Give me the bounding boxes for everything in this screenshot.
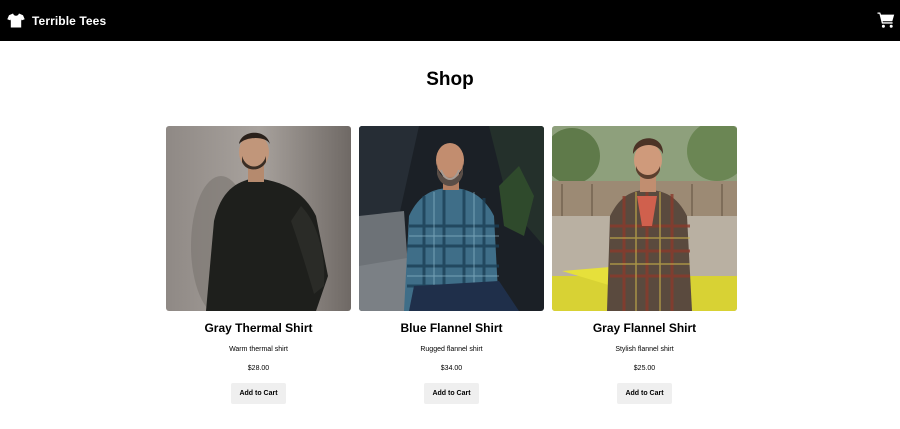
product-name[interactable]: Blue Flannel Shirt	[359, 321, 544, 336]
product-card: Blue Flannel Shirt Rugged flannel shirt …	[359, 126, 544, 404]
product-grid: Gray Thermal Shirt Warm thermal shirt $2…	[166, 126, 737, 404]
page-title: Shop	[426, 69, 474, 90]
product-card: Gray Flannel Shirt Stylish flannel shirt…	[552, 126, 737, 404]
product-description: Stylish flannel shirt	[615, 346, 674, 353]
navbar: Terrible Tees	[0, 0, 900, 41]
tshirt-icon	[7, 13, 25, 28]
shopping-cart-icon[interactable]	[877, 11, 895, 29]
brand-name: Terrible Tees	[32, 13, 107, 28]
product-card: Gray Thermal Shirt Warm thermal shirt $2…	[166, 126, 351, 404]
product-image[interactable]	[359, 126, 544, 311]
product-image[interactable]	[166, 126, 351, 311]
product-price: $25.00	[633, 365, 656, 372]
product-description: Rugged flannel shirt	[420, 346, 483, 353]
brand-link[interactable]: Terrible Tees	[7, 13, 106, 28]
add-to-cart-button[interactable]: Add to Cart	[231, 383, 286, 404]
add-to-cart-button[interactable]: Add to Cart	[424, 383, 479, 404]
add-to-cart-button[interactable]: Add to Cart	[617, 383, 672, 404]
product-image[interactable]	[552, 126, 737, 311]
product-name[interactable]: Gray Flannel Shirt	[552, 321, 737, 336]
product-description: Warm thermal shirt	[229, 346, 288, 353]
product-price: $28.00	[247, 365, 270, 372]
product-price: $34.00	[440, 365, 463, 372]
product-name[interactable]: Gray Thermal Shirt	[166, 321, 351, 336]
